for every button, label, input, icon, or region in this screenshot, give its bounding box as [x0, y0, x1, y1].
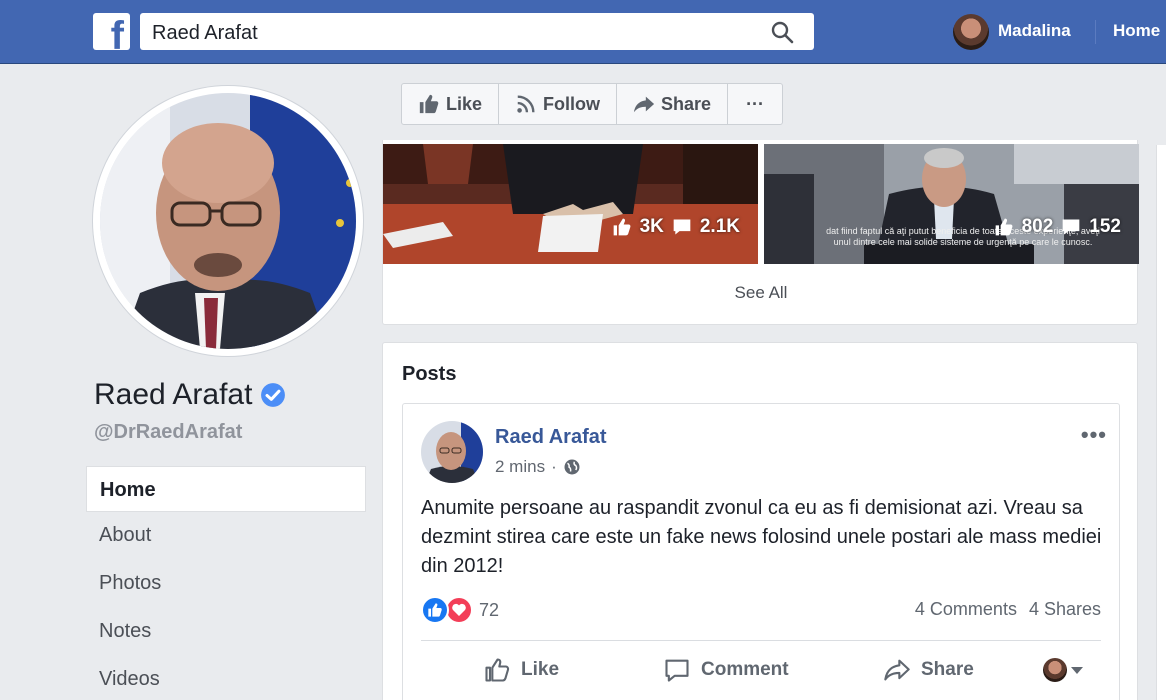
search-input[interactable]: Raed Arafat: [140, 13, 814, 50]
side-nav-notes[interactable]: Notes: [86, 608, 366, 656]
thumbs-up-icon: [613, 218, 631, 236]
post-share-button[interactable]: Share: [883, 656, 974, 684]
videos-card: 3K 2.1K dat fiind faptul că aţi putut be…: [382, 140, 1139, 325]
reaction-count[interactable]: 72: [479, 600, 499, 621]
post-time-text[interactable]: 2 mins: [495, 457, 545, 477]
comments-count-link[interactable]: 4 Comments: [915, 599, 1017, 620]
page-follow-button[interactable]: Follow: [499, 84, 618, 124]
post-text: Anumite persoane au raspandit zvonul ca …: [421, 497, 1102, 577]
rss-follow-icon: [517, 95, 535, 113]
post-divider: [421, 640, 1101, 641]
side-nav-videos[interactable]: Videos: [86, 656, 366, 700]
see-all-link[interactable]: See All: [383, 283, 1139, 303]
chevron-down-icon: [1071, 666, 1083, 674]
user-name-link[interactable]: Madalina: [998, 21, 1071, 41]
posts-card: Posts Raed Arafat 2 mins · ••• Anumite p…: [382, 342, 1138, 700]
side-nav: Home About Photos Notes Videos: [86, 466, 366, 700]
video-comment-count: 152: [1089, 216, 1121, 237]
search-value[interactable]: Raed Arafat: [152, 22, 258, 45]
post-timestamp[interactable]: 2 mins ·: [495, 457, 581, 477]
share-outline-icon: [884, 659, 910, 681]
post-options-icon[interactable]: •••: [1081, 422, 1107, 448]
post-actions: Like Comment Share: [421, 648, 1101, 692]
nav-home-link[interactable]: Home: [1113, 21, 1160, 41]
video-like-count: 3K: [639, 216, 664, 237]
page-name: Raed Arafat: [94, 378, 286, 412]
page-more-button[interactable]: ···: [728, 84, 782, 124]
post-author-avatar[interactable]: [421, 421, 483, 483]
love-reaction-icon: [445, 596, 473, 624]
post-as-selector[interactable]: [1043, 658, 1083, 682]
share-arrow-icon: [633, 96, 655, 113]
user-avatar[interactable]: [953, 14, 989, 50]
video-still-desk: [383, 144, 758, 264]
viewer-avatar: [1043, 658, 1067, 682]
side-nav-about[interactable]: About: [86, 512, 366, 560]
top-bar: f Raed Arafat Madalina Home: [0, 0, 1166, 64]
post-like-label: Like: [521, 659, 560, 680]
post-share-label: Share: [921, 659, 974, 680]
video-like-count: 802: [1021, 216, 1054, 237]
page-like-button[interactable]: Like: [402, 84, 500, 124]
profile-picture[interactable]: [93, 86, 363, 356]
comment-icon: [673, 219, 691, 235]
page-follow-label: Follow: [543, 93, 601, 114]
posts-heading: Posts: [402, 363, 457, 385]
thumbs-up-icon: [995, 218, 1013, 236]
post-like-button[interactable]: Like: [483, 656, 559, 684]
nav-divider: [1095, 20, 1096, 44]
side-nav-home[interactable]: Home: [86, 466, 366, 512]
post-time-separator: ·: [551, 457, 557, 476]
post-comment-button[interactable]: Comment: [663, 656, 789, 684]
post-author-name[interactable]: Raed Arafat: [495, 426, 607, 449]
page-like-label: Like: [446, 93, 483, 114]
like-reaction-icon: [421, 596, 449, 624]
search-icon[interactable]: [770, 20, 794, 44]
page-handle[interactable]: @DrRaedArafat: [94, 421, 242, 444]
page-name-text: Raed Arafat: [94, 378, 253, 411]
page-share-label: Share: [661, 93, 712, 114]
video-comment-count: 2.1K: [699, 216, 740, 237]
post-stats: 4 Comments 4 Shares: [915, 599, 1101, 620]
post: Raed Arafat 2 mins · ••• Anumite persoan…: [402, 403, 1120, 700]
post-comment-label: Comment: [701, 659, 789, 680]
video-thumbnail[interactable]: 3K 2.1K: [383, 144, 758, 264]
video-thumbnail[interactable]: dat fiind faptul că aţi putut beneficia …: [764, 144, 1139, 264]
shares-count-link[interactable]: 4 Shares: [1029, 599, 1101, 620]
verified-badge-icon: [261, 383, 286, 407]
video-stats: 802 152: [994, 216, 1121, 238]
page-action-bar: Like Follow Share ···: [401, 83, 784, 125]
profile-photo: [100, 93, 356, 349]
comment-icon: [1062, 219, 1080, 235]
globe-icon: [564, 459, 580, 475]
right-column-edge: [1156, 145, 1166, 700]
more-dots-icon: ···: [746, 93, 765, 114]
thumbs-up-outline-icon: [485, 658, 510, 682]
thumbs-up-icon: [419, 94, 439, 114]
reactions-summary[interactable]: 72: [421, 596, 499, 624]
video-stats: 3K 2.1K: [612, 216, 740, 238]
page-share-button[interactable]: Share: [617, 84, 729, 124]
comment-outline-icon: [665, 659, 689, 682]
facebook-logo-icon[interactable]: f: [93, 13, 130, 50]
side-nav-photos[interactable]: Photos: [86, 560, 366, 608]
